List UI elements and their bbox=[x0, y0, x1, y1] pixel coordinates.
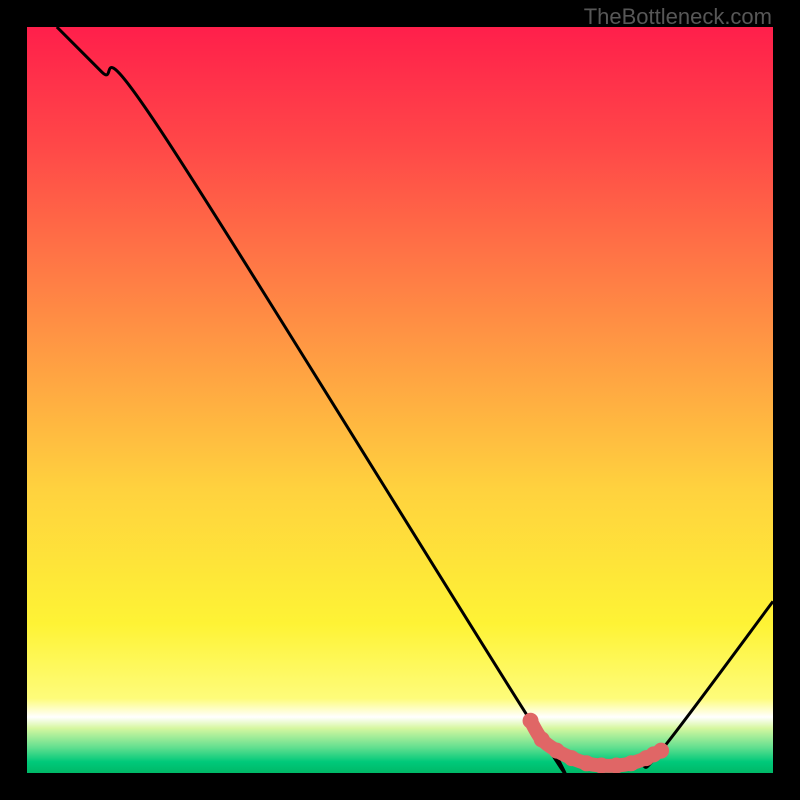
highlight-dot bbox=[549, 743, 565, 759]
highlight-dot bbox=[623, 755, 639, 771]
highlight-dot bbox=[608, 758, 624, 773]
highlight-dot bbox=[579, 755, 595, 771]
highlight-dot bbox=[523, 713, 539, 729]
highlight-dot bbox=[653, 743, 669, 759]
chart-frame bbox=[27, 27, 773, 773]
chart-svg bbox=[27, 27, 773, 773]
highlight-dot bbox=[564, 750, 580, 766]
highlight-dot bbox=[534, 731, 550, 747]
highlight-dot bbox=[593, 758, 609, 773]
chart-background bbox=[27, 27, 773, 773]
